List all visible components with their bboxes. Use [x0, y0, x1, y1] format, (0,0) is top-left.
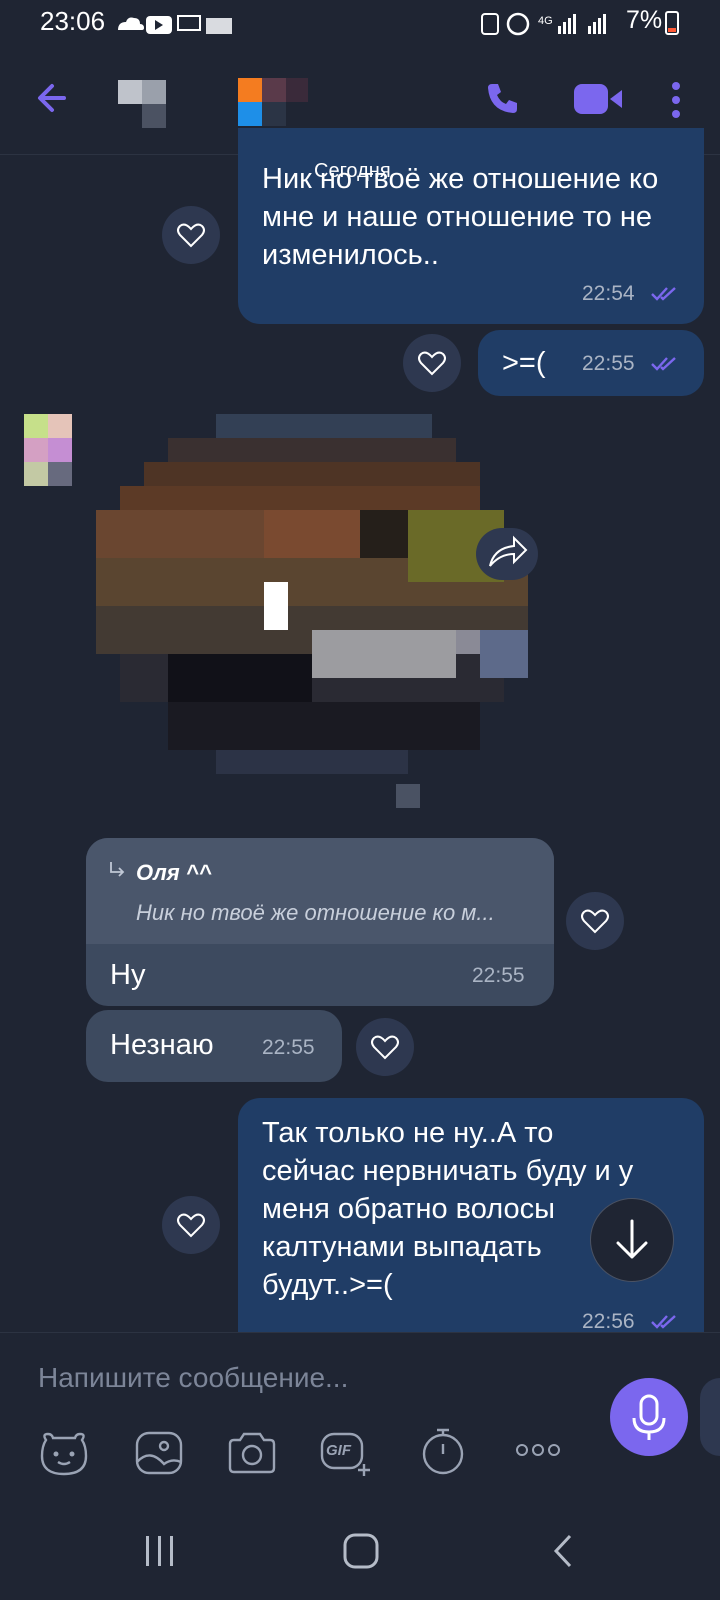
- read-receipt-icon: [651, 1315, 676, 1329]
- heart-icon: [177, 1213, 205, 1238]
- reply-quote[interactable]: Оля ^^ Ник но твоё же отношение ко м...: [86, 838, 554, 944]
- battery-level: 7%: [626, 6, 663, 34]
- heart-icon: [418, 351, 446, 376]
- reply-arrow-icon: [110, 862, 125, 877]
- message-bubble-outgoing[interactable]: >=( 22:55: [478, 330, 704, 396]
- back-icon[interactable]: [550, 1532, 576, 1570]
- sticker-image[interactable]: [96, 414, 546, 834]
- message-bubble-incoming[interactable]: Незнаю 22:55: [86, 1010, 342, 1082]
- like-button[interactable]: [403, 334, 461, 392]
- video-camera-icon[interactable]: [572, 82, 624, 116]
- read-receipt-icon: [651, 357, 676, 371]
- message-time: 22:55: [582, 352, 635, 375]
- message-input[interactable]: Напишите сообщение...: [38, 1362, 348, 1394]
- status-bar: 23:06 4G 7%: [0, 0, 720, 46]
- contact-avatar[interactable]: [118, 80, 168, 128]
- message-time: 22:55: [262, 1036, 315, 1059]
- message-text: Ну: [110, 959, 146, 991]
- phone-icon[interactable]: [484, 80, 520, 116]
- notification-icons: [118, 15, 232, 34]
- like-button[interactable]: [356, 1018, 414, 1076]
- gallery-icon[interactable]: [134, 1430, 184, 1476]
- gif-label: GIF: [326, 1442, 351, 1459]
- like-button[interactable]: [162, 1196, 220, 1254]
- message-line: Так только не ну..А то: [262, 1117, 554, 1149]
- timer-icon[interactable]: [420, 1426, 466, 1476]
- reply-snippet: Ник но твоё же отношение ко м...: [136, 900, 495, 925]
- more-horiz-icon[interactable]: [514, 1442, 562, 1458]
- heart-icon: [371, 1035, 399, 1060]
- message-bubble-incoming[interactable]: Оля ^^ Ник но твоё же отношение ко м... …: [86, 838, 554, 1006]
- more-vert-icon[interactable]: [670, 80, 682, 120]
- contact-name[interactable]: [238, 78, 310, 128]
- scroll-to-bottom-button[interactable]: [590, 1198, 674, 1282]
- battery-icon: [665, 11, 679, 35]
- read-receipt-icon: [651, 287, 676, 301]
- heart-icon: [581, 909, 609, 934]
- status-time: 23:06: [40, 6, 106, 36]
- message-line: сейчас нервничать буду и у: [262, 1155, 634, 1187]
- message-time: 22:55: [472, 964, 525, 987]
- arrow-left-icon[interactable]: [34, 80, 70, 116]
- camera-icon[interactable]: [226, 1428, 278, 1476]
- home-icon[interactable]: [342, 1532, 380, 1570]
- mic-button[interactable]: [610, 1378, 688, 1456]
- status-icons: 4G: [481, 12, 606, 36]
- sticker-icon[interactable]: [38, 1430, 90, 1478]
- message-bubble-outgoing[interactable]: Ник но твоё же отношение ко мне и наше о…: [238, 128, 704, 324]
- like-button[interactable]: [566, 892, 624, 950]
- date-separator: Сегодня: [314, 160, 391, 182]
- svg-text:4G: 4G: [538, 15, 553, 27]
- microphone-icon: [632, 1394, 666, 1440]
- recent-apps-icon[interactable]: [142, 1534, 178, 1568]
- side-panel-handle[interactable]: [700, 1378, 720, 1456]
- reply-author: Оля ^^: [136, 860, 212, 885]
- message-text: Незнаю: [110, 1029, 214, 1061]
- gif-icon[interactable]: GIF: [320, 1432, 372, 1478]
- message-text: >=(: [502, 347, 546, 379]
- message-time: 22:56: [582, 1310, 635, 1332]
- heart-icon: [177, 223, 205, 248]
- like-button[interactable]: [162, 206, 220, 264]
- sender-avatar: [24, 414, 72, 486]
- message-time: 22:54: [582, 282, 635, 305]
- share-arrow-icon: [489, 535, 528, 567]
- arrow-down-icon: [616, 1219, 648, 1259]
- forward-button[interactable]: [476, 528, 538, 580]
